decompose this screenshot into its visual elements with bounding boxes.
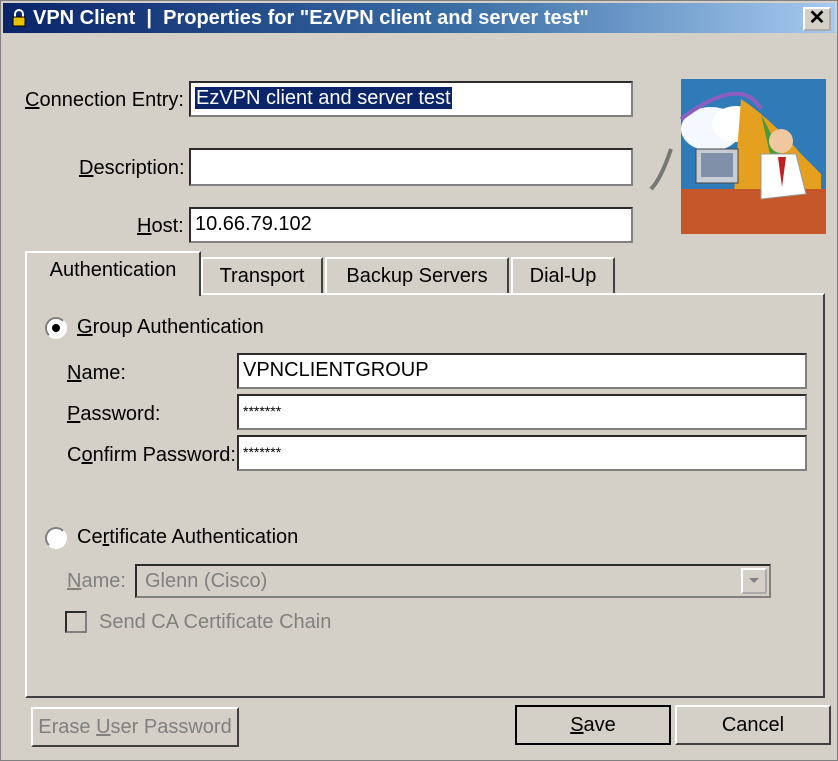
group-password-input[interactable]: ******* <box>237 394 807 430</box>
dropdown-arrow-button[interactable] <box>741 568 767 594</box>
confirm-password-label: Confirm Password: <box>67 444 236 466</box>
vpn-properties-dialog: VPN Client | Properties for "EzVPN clien… <box>0 0 838 761</box>
host-label: Host: <box>137 215 184 237</box>
title-bar[interactable]: VPN Client | Properties for "EzVPN clien… <box>3 3 835 33</box>
connection-entry-input[interactable]: EzVPN client and server test <box>189 81 633 117</box>
tab-dial-up[interactable]: Dial-Up <box>511 257 615 293</box>
certificate-name-select[interactable]: Glenn (Cisco) <box>135 564 771 598</box>
group-name-label: Name: <box>67 362 126 384</box>
group-password-label: Password: <box>67 403 161 425</box>
description-label: Description: <box>79 157 185 179</box>
certificate-authentication-label: Certificate Authentication <box>77 526 299 548</box>
certificate-name-value: Glenn (Cisco) <box>145 570 268 592</box>
radio-selected-dot <box>52 324 60 332</box>
erase-user-password-button[interactable]: Erase User Password <box>31 707 239 747</box>
send-ca-chain-checkbox[interactable] <box>65 611 87 633</box>
window-title: VPN Client | Properties for "EzVPN clien… <box>33 7 589 29</box>
close-icon: ✕ <box>808 7 826 29</box>
group-authentication-label: Group Authentication <box>77 316 264 338</box>
certificate-authentication-radio[interactable] <box>45 527 67 549</box>
description-input[interactable] <box>189 148 633 186</box>
close-button[interactable]: ✕ <box>803 7 831 31</box>
lock-icon <box>12 9 26 27</box>
save-button[interactable]: Save <box>515 705 671 745</box>
host-input[interactable]: 10.66.79.102 <box>189 207 633 243</box>
send-ca-chain-label: Send CA Certificate Chain <box>99 611 332 633</box>
chevron-down-icon <box>749 578 759 583</box>
cancel-button[interactable]: Cancel <box>675 705 831 745</box>
tab-backup-servers[interactable]: Backup Servers <box>325 257 509 293</box>
group-name-input[interactable]: VPNCLIENTGROUP <box>237 353 807 389</box>
tab-transport[interactable]: Transport <box>201 257 323 293</box>
group-authentication-radio[interactable] <box>45 317 67 339</box>
vpn-illustration <box>649 79 826 234</box>
confirm-password-input[interactable]: ******* <box>237 435 807 471</box>
certificate-name-label: Name: <box>67 570 126 592</box>
tab-authentication[interactable]: Authentication <box>25 251 201 296</box>
connection-entry-label: Connection Entry: <box>25 89 184 111</box>
